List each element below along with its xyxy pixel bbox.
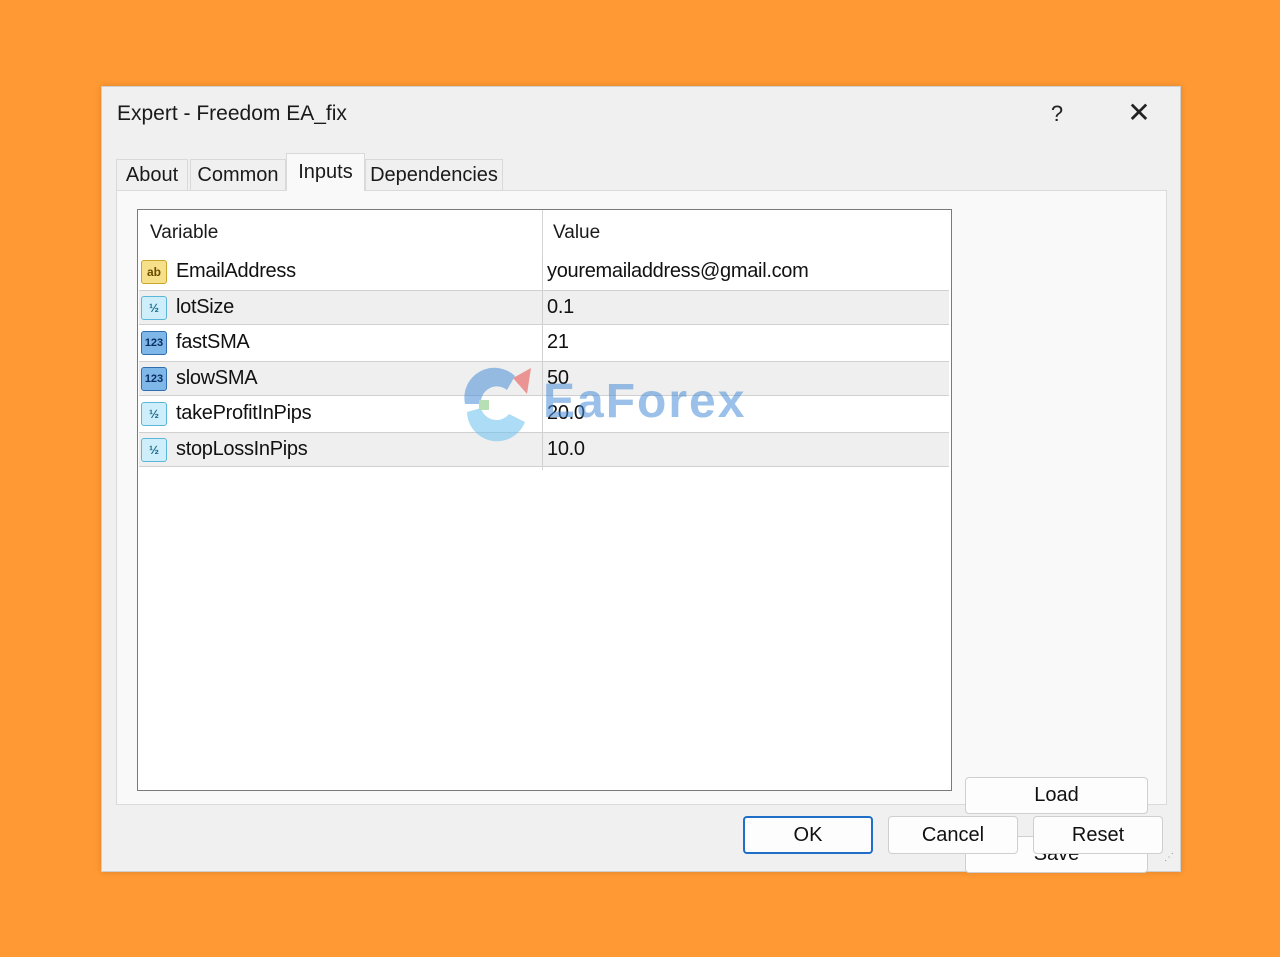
reset-button[interactable]: Reset [1033, 816, 1163, 854]
double-type-icon: ½ [141, 402, 167, 426]
close-button[interactable]: ✕ [1122, 95, 1156, 131]
variable-name: lotSize [176, 296, 234, 318]
cell-divider [542, 362, 543, 395]
variable-value[interactable]: 21 [547, 331, 569, 354]
table-row[interactable]: ab EmailAddress youremailaddress@gmail.c… [139, 255, 949, 290]
header-variable[interactable]: Variable [150, 222, 218, 244]
cancel-button[interactable]: Cancel [888, 816, 1018, 854]
header-value[interactable]: Value [553, 222, 600, 244]
cell-divider [542, 291, 543, 324]
cell-divider [542, 326, 543, 361]
table-row[interactable]: ½ stopLossInPips 10.0 [139, 432, 949, 467]
variable-value[interactable]: 50 [547, 367, 569, 390]
title-bar[interactable]: Expert - Freedom EA_fix ? ✕ [102, 87, 1180, 143]
tab-about[interactable]: About [116, 159, 188, 190]
table-row[interactable]: 123 fastSMA 21 [139, 326, 949, 361]
table-row[interactable]: ½ lotSize 0.1 [139, 290, 949, 325]
ok-button[interactable]: OK [743, 816, 873, 854]
variable-value[interactable]: 20.0 [547, 402, 585, 425]
resize-grip-icon[interactable]: ⋰ [1164, 853, 1176, 867]
cell-divider [542, 255, 543, 290]
expert-dialog: Expert - Freedom EA_fix ? ✕ About Common… [101, 86, 1181, 873]
tab-dependencies[interactable]: Dependencies [365, 159, 503, 190]
variable-name: stopLossInPips [176, 438, 308, 460]
help-button[interactable]: ? [1042, 97, 1072, 131]
variable-name: EmailAddress [176, 260, 296, 282]
variable-name: takeProfitInPips [176, 402, 312, 424]
table-row[interactable]: 123 slowSMA 50 [139, 361, 949, 396]
integer-type-icon: 123 [141, 331, 167, 355]
variable-value[interactable]: 10.0 [547, 438, 585, 461]
integer-type-icon: 123 [141, 367, 167, 391]
table-row[interactable]: ½ takeProfitInPips 20.0 [139, 397, 949, 432]
double-type-icon: ½ [141, 296, 167, 320]
inputs-panel: Variable Value ab EmailAddress youremail… [116, 190, 1167, 873]
variable-name: fastSMA [176, 331, 250, 353]
tab-common[interactable]: Common [190, 159, 286, 190]
cell-divider [542, 397, 543, 432]
string-type-icon: ab [141, 260, 167, 284]
window-title: Expert - Freedom EA_fix [117, 102, 347, 125]
variable-value[interactable]: 0.1 [547, 296, 574, 319]
variable-name: slowSMA [176, 367, 258, 389]
inputs-grid[interactable]: Variable Value ab EmailAddress youremail… [137, 209, 952, 791]
cell-divider [542, 433, 543, 466]
variable-value[interactable]: youremailaddress@gmail.com [547, 260, 809, 283]
double-type-icon: ½ [141, 438, 167, 462]
tab-inputs[interactable]: Inputs [286, 153, 365, 191]
load-button[interactable]: Load [965, 777, 1148, 814]
